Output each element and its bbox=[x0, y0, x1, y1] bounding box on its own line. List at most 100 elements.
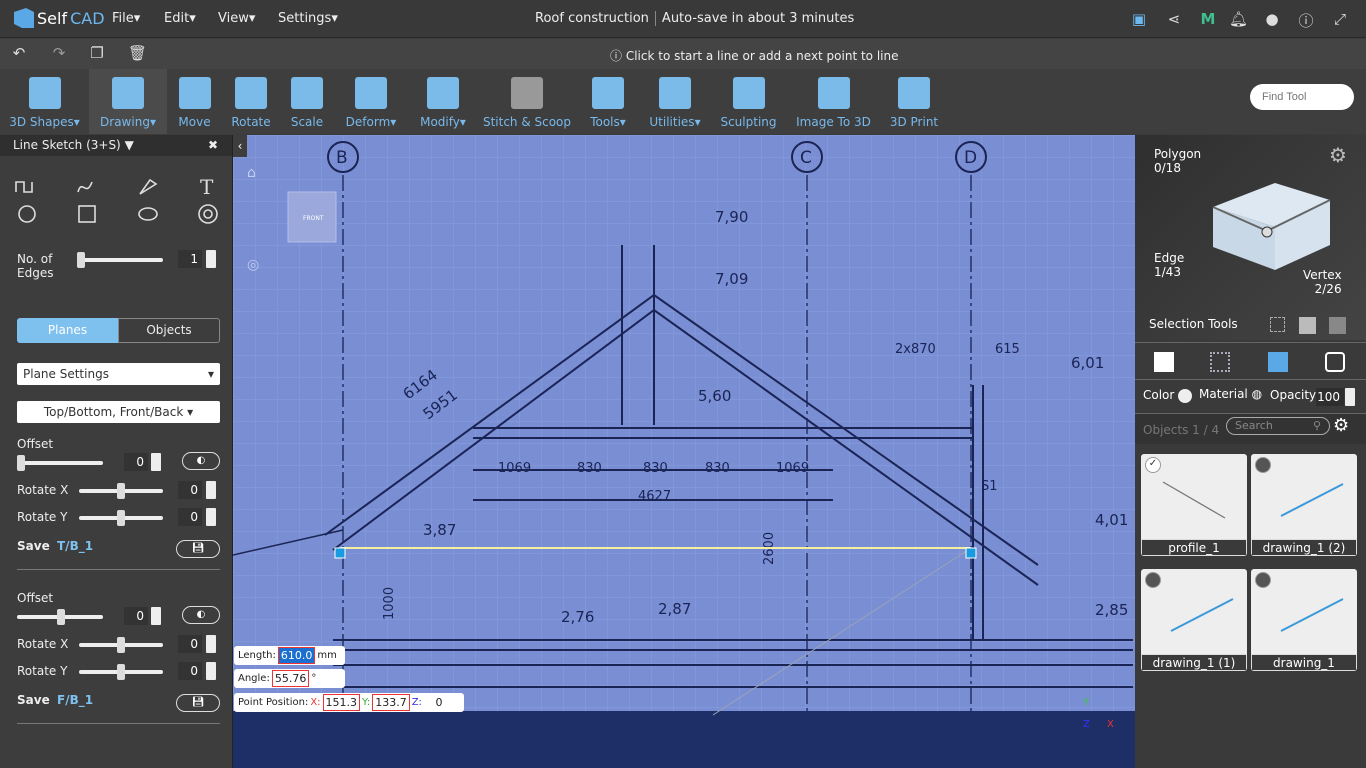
offset-slider[interactable] bbox=[17, 455, 103, 471]
redo-icon[interactable]: ↷ bbox=[50, 44, 68, 62]
curve-icon[interactable] bbox=[77, 181, 93, 193]
plane-settings-select[interactable]: Plane Settings ▾ bbox=[17, 363, 220, 385]
plane-mode-select[interactable]: Top/Bottom, Front/Back ▾ bbox=[17, 401, 220, 423]
edges-slider[interactable] bbox=[77, 252, 163, 268]
rotate-y-input[interactable]: 0 bbox=[178, 662, 202, 680]
rectangle-icon[interactable] bbox=[78, 205, 96, 223]
pen-icon[interactable] bbox=[139, 178, 158, 195]
solid-view-icon[interactable] bbox=[1154, 352, 1174, 372]
snap-button[interactable]: ◐ bbox=[182, 606, 220, 624]
angle-input[interactable]: 55.76 bbox=[271, 670, 310, 687]
wireframe-view-icon[interactable] bbox=[1210, 352, 1230, 372]
toolbar-deform[interactable]: Deform▾ bbox=[334, 69, 408, 134]
save-icon[interactable]: ▣ bbox=[1130, 10, 1148, 28]
rotate-x-slider[interactable] bbox=[79, 637, 163, 653]
m-icon[interactable]: M bbox=[1199, 10, 1217, 28]
x-input[interactable]: 151.3 bbox=[322, 694, 361, 711]
fullscreen-icon[interactable]: ⤢ bbox=[1331, 10, 1349, 28]
viewport-canvas[interactable]: B C D 7,90 7,09 6164 5951 5,60 1069 830 … bbox=[233, 135, 1135, 768]
offset-stepper[interactable] bbox=[151, 453, 161, 471]
ellipse-icon[interactable] bbox=[138, 207, 158, 221]
toolbar-drawing[interactable]: Drawing▾ bbox=[89, 69, 167, 134]
gear-icon[interactable]: ⚙ bbox=[1329, 143, 1347, 167]
select-connected-icon[interactable] bbox=[1299, 317, 1316, 334]
object-thumbnail[interactable]: drawing_1 (2) bbox=[1251, 454, 1357, 556]
close-icon[interactable]: ✖ bbox=[208, 138, 218, 152]
rotate-y-slider[interactable] bbox=[79, 664, 163, 680]
offset-input[interactable]: 0 bbox=[124, 453, 148, 471]
gear-icon[interactable]: ⚙ bbox=[1333, 415, 1349, 436]
rotate-y-stepper[interactable] bbox=[206, 662, 216, 680]
toolbar-scale[interactable]: Scale bbox=[280, 69, 334, 134]
selfcad-logo[interactable]: Self CAD bbox=[14, 8, 105, 28]
rotate-x-input[interactable]: 0 bbox=[178, 481, 202, 499]
copy-icon[interactable]: ❐ bbox=[88, 44, 106, 62]
toolbar-rotate[interactable]: Rotate bbox=[222, 69, 280, 134]
snap-button[interactable]: ◐ bbox=[182, 452, 220, 470]
bell-icon[interactable]: 🔔︎ bbox=[1229, 10, 1248, 28]
toolbar-sculpting[interactable]: Sculpting bbox=[710, 69, 787, 134]
material-control[interactable]: Material ◍ bbox=[1199, 387, 1262, 401]
info-icon[interactable]: ⓘ bbox=[1297, 10, 1315, 30]
object-thumbnail[interactable]: ✓ profile_1 bbox=[1141, 454, 1247, 556]
tab-objects[interactable]: Objects bbox=[118, 318, 220, 343]
menu-view[interactable]: View▾ bbox=[218, 11, 255, 26]
rotate-x-stepper[interactable] bbox=[206, 635, 216, 653]
circle-icon[interactable] bbox=[18, 205, 36, 223]
object-checkbox[interactable] bbox=[1255, 572, 1271, 588]
polygon-mode[interactable]: Polygon 0/18 bbox=[1154, 147, 1201, 175]
toolbar-modify[interactable]: Modify▾ bbox=[408, 69, 478, 134]
save-plane-button[interactable]: 💾︎ bbox=[176, 540, 220, 558]
save-plane-button[interactable]: 💾︎ bbox=[176, 694, 220, 712]
color-control[interactable]: Color bbox=[1143, 388, 1193, 403]
edge-mode[interactable]: Edge 1/43 bbox=[1154, 251, 1184, 279]
text-icon[interactable]: T bbox=[200, 175, 214, 199]
y-input[interactable]: 133.7 bbox=[372, 694, 410, 711]
object-checkbox[interactable] bbox=[1145, 572, 1161, 588]
menu-edit[interactable]: Edit▾ bbox=[164, 11, 196, 26]
rotate-x-slider[interactable] bbox=[79, 483, 163, 499]
offset-input[interactable]: 0 bbox=[124, 607, 148, 625]
toolbar-3d-print[interactable]: 3D Print bbox=[880, 69, 948, 134]
toolbar-3d-shapes[interactable]: 3D Shapes▾ bbox=[0, 69, 89, 134]
length-input[interactable]: 610.0 bbox=[277, 647, 316, 664]
menu-settings[interactable]: Settings▾ bbox=[278, 11, 338, 26]
tab-planes[interactable]: Planes bbox=[17, 318, 118, 343]
rotate-x-stepper[interactable] bbox=[206, 481, 216, 499]
edges-input[interactable]: 1 bbox=[178, 250, 202, 268]
toolbar-move[interactable]: Move bbox=[167, 69, 222, 134]
collapse-panel-button[interactable]: ‹ bbox=[233, 135, 247, 157]
object-checkbox[interactable]: ✓ bbox=[1145, 457, 1161, 473]
rotate-y-input[interactable]: 0 bbox=[178, 508, 202, 526]
opacity-input[interactable]: 100 bbox=[1316, 388, 1344, 406]
sketch-point[interactable] bbox=[965, 547, 977, 559]
delete-icon[interactable]: 🗑︎ bbox=[128, 44, 147, 62]
z-input[interactable]: 0 bbox=[423, 694, 454, 711]
select-through-icon[interactable] bbox=[1329, 317, 1346, 334]
mesh-view-icon[interactable] bbox=[1268, 352, 1288, 372]
object-thumbnail[interactable]: drawing_1 bbox=[1251, 569, 1357, 671]
menu-file[interactable]: File▾ bbox=[112, 11, 140, 26]
toolbar-image-to-3d[interactable]: Image To 3D bbox=[787, 69, 880, 134]
home-icon[interactable]: ⌂ bbox=[247, 165, 256, 181]
object-checkbox[interactable] bbox=[1255, 457, 1271, 473]
toolbar-utilities[interactable]: Utilities▾ bbox=[640, 69, 710, 134]
offset-slider[interactable] bbox=[17, 609, 103, 625]
find-tool-input[interactable] bbox=[1250, 84, 1354, 110]
opacity-stepper[interactable] bbox=[1345, 388, 1355, 406]
toolbar-stitch-scoop[interactable]: Stitch & Scoop bbox=[478, 69, 576, 134]
polyline-icon[interactable] bbox=[15, 181, 33, 193]
object-thumbnail[interactable]: drawing_1 (1) bbox=[1141, 569, 1247, 671]
user-icon[interactable]: ● bbox=[1263, 10, 1281, 28]
edges-stepper[interactable] bbox=[206, 250, 216, 268]
offset-stepper[interactable] bbox=[151, 607, 161, 625]
undo-icon[interactable]: ↶ bbox=[10, 44, 28, 62]
rotate-y-slider[interactable] bbox=[79, 510, 163, 526]
rotate-x-input[interactable]: 0 bbox=[178, 635, 202, 653]
sketch-point[interactable] bbox=[334, 547, 346, 559]
box-select-icon[interactable] bbox=[1270, 317, 1285, 332]
objects-search[interactable]: Search ⚲ bbox=[1226, 417, 1330, 435]
xray-view-icon[interactable] bbox=[1325, 352, 1345, 372]
rotate-y-stepper[interactable] bbox=[206, 508, 216, 526]
ring-icon[interactable] bbox=[198, 204, 218, 224]
